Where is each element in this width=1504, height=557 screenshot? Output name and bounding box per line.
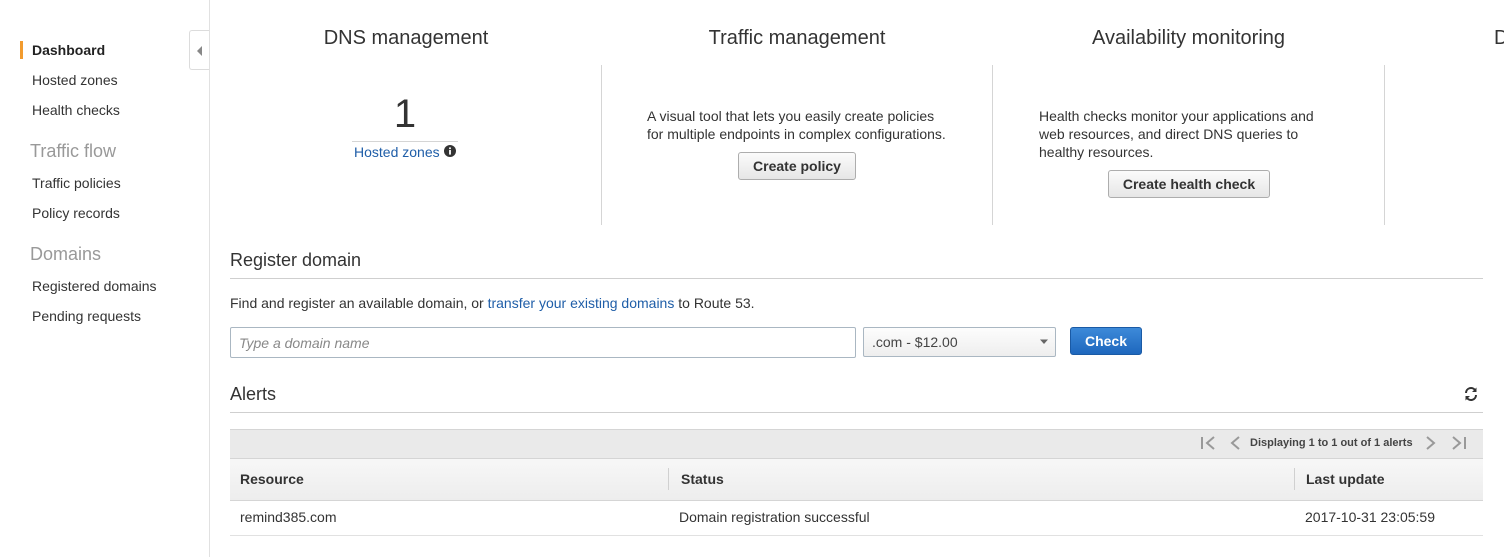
transfer-domains-link[interactable]: transfer your existing domains	[488, 295, 675, 311]
availability-description-line-2: web resources, and direct DNS queries to	[1039, 126, 1299, 142]
info-icon[interactable]	[444, 145, 456, 157]
column-header-last-update[interactable]: Last update	[1306, 471, 1385, 487]
sidebar-section-traffic-flow: Traffic flow	[30, 141, 117, 161]
section-divider	[230, 278, 1483, 279]
availability-description-line-1: Health checks monitor your applications …	[1039, 108, 1314, 124]
tld-select[interactable]: .com - $12.00	[863, 327, 1056, 357]
column-header-status[interactable]: Status	[681, 471, 724, 487]
active-indicator	[20, 41, 23, 59]
collapse-sidebar-button[interactable]	[189, 30, 209, 70]
last-page-icon[interactable]	[1451, 436, 1467, 450]
panel-title-dns-management: DNS management	[323, 27, 489, 49]
panel-title-traffic-management: Traffic management	[708, 27, 886, 49]
sidebar-item-policy-records[interactable]: Policy records	[32, 205, 120, 221]
sidebar-item-pending-requests[interactable]: Pending requests	[32, 308, 141, 324]
count-divider	[352, 141, 458, 142]
tld-selected-value: .com - $12.00	[872, 334, 958, 350]
refresh-icon[interactable]	[1463, 386, 1479, 402]
register-text-after: to Route 53.	[674, 295, 755, 311]
section-divider	[230, 412, 1483, 413]
alerts-pager-text: Displaying 1 to 1 out of 1 alerts	[1250, 437, 1413, 449]
domain-name-input[interactable]	[230, 327, 856, 358]
panel-divider	[1384, 65, 1385, 225]
alert-resource-cell: remind385.com	[240, 509, 337, 525]
hosted-zones-link[interactable]: Hosted zones	[354, 144, 440, 160]
column-header-resource[interactable]: Resource	[240, 471, 304, 487]
sidebar-item-registered-domains[interactable]: Registered domains	[32, 278, 157, 294]
caret-left-icon	[197, 46, 202, 56]
create-policy-button[interactable]: Create policy	[738, 152, 856, 180]
panel-divider	[992, 65, 993, 225]
sidebar-item-health-checks[interactable]: Health checks	[32, 102, 120, 118]
column-separator	[1294, 468, 1295, 490]
sidebar: Dashboard Hosted zones Health checks Tra…	[0, 0, 210, 557]
availability-description-line-3: healthy resources.	[1039, 144, 1154, 160]
sidebar-item-dashboard[interactable]: Dashboard	[32, 42, 105, 58]
alert-last-update-cell: 2017-10-31 23:05:59	[1305, 509, 1435, 525]
register-domain-title: Register domain	[230, 250, 362, 270]
first-page-icon[interactable]	[1200, 436, 1216, 450]
register-text-before: Find and register an available domain, o…	[230, 295, 488, 311]
sidebar-item-traffic-policies[interactable]: Traffic policies	[32, 175, 121, 191]
table-row-divider	[230, 535, 1483, 536]
traffic-description-line-2: for multiple endpoints in complex config…	[647, 126, 946, 142]
chevron-down-icon	[1040, 339, 1048, 344]
alerts-title: Alerts	[230, 384, 277, 404]
panel-divider	[601, 65, 602, 225]
next-page-icon[interactable]	[1425, 436, 1437, 450]
create-health-check-button[interactable]: Create health check	[1108, 170, 1270, 198]
column-separator	[668, 468, 669, 490]
hosted-zones-count: 1	[393, 92, 417, 136]
previous-page-icon[interactable]	[1229, 436, 1241, 450]
alerts-table-header	[230, 458, 1483, 501]
alert-status-cell: Domain registration successful	[679, 509, 870, 525]
register-domain-description: Find and register an available domain, o…	[230, 295, 755, 311]
check-button[interactable]: Check	[1070, 327, 1142, 355]
sidebar-item-hosted-zones[interactable]: Hosted zones	[32, 72, 118, 88]
panel-title-cut-off: D	[1494, 27, 1504, 49]
panel-title-availability-monitoring: Availability monitoring	[1091, 27, 1286, 49]
traffic-description-line-1: A visual tool that lets you easily creat…	[647, 108, 935, 124]
sidebar-section-domains: Domains	[30, 244, 102, 264]
